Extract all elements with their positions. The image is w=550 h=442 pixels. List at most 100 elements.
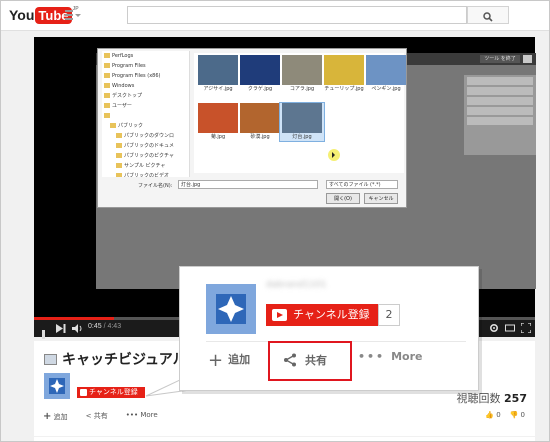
video-title: キャッチビジュアル作	[44, 349, 201, 369]
folder-tree: PerfLogs Program Files Program Files (x86)…	[102, 51, 190, 177]
avatar-star-icon-large	[216, 294, 246, 324]
subscriber-count: 2	[378, 304, 400, 326]
thumbnail-image	[282, 103, 322, 133]
plus-icon: +	[43, 411, 52, 422]
subscribe-button[interactable]: チャンネル登録	[266, 304, 378, 326]
folder-tree-item: サンプル ピクチャ	[102, 161, 189, 171]
folder-tree-item: Program Files (x86)	[102, 71, 189, 81]
folder-tree-item: パブリック	[102, 121, 189, 131]
more-label: More	[391, 350, 423, 363]
more-button-small[interactable]: ••• More	[126, 411, 158, 422]
guide-menu-icon[interactable]	[65, 10, 81, 22]
thumbnail-caption: クラゲ.jpg	[247, 86, 273, 92]
file-thumbnail: クラゲ.jpg	[238, 55, 282, 93]
folder-tree-item: パブリックのビデオ	[102, 171, 189, 177]
dislike-count: 0	[520, 411, 525, 419]
thumbnail-image	[198, 55, 238, 85]
action-bar-small: + 追加 < 共有 ••• More	[43, 411, 158, 422]
folder-tree-item: PerfLogs	[102, 51, 189, 61]
page-frame: You Tube JP ツール を終了 PerfLogs Program File…	[0, 0, 550, 442]
thumbnail-image	[240, 103, 280, 133]
thumbnail-image	[366, 55, 406, 85]
like-count: 0	[496, 411, 501, 419]
settings-icon[interactable]	[489, 323, 499, 333]
dialog-cancel-button: キャンセル	[364, 193, 398, 204]
dislike-button[interactable]: 👎 0	[510, 411, 525, 419]
more-button[interactable]: ••• More	[358, 350, 422, 363]
logo-you-text: You	[9, 7, 35, 23]
file-thumbnail: コアラ.jpg	[280, 55, 324, 93]
folder-tree-item	[102, 111, 189, 121]
file-thumbnail: チューリップ.jpg	[322, 55, 366, 93]
next-icon[interactable]	[56, 324, 66, 333]
add-to-button-small[interactable]: + 追加	[43, 411, 68, 422]
file-thumbnail: 菊.jpg	[196, 103, 240, 141]
subscribe-button-small[interactable]: チャンネル登録	[77, 387, 145, 398]
view-count-number: 257	[504, 392, 527, 405]
like-dislike-bar: 👍 0 👎 0	[485, 411, 525, 419]
channel-avatar-large[interactable]	[206, 284, 256, 334]
folder-tree-item: Program Files	[102, 61, 189, 71]
thumbnail-caption: ペンギン.jpg	[371, 86, 401, 92]
recorded-tool-label: ツール を終了	[480, 55, 520, 63]
add-label-small: 追加	[53, 413, 68, 421]
more-label-small: More	[140, 411, 158, 419]
theater-mode-icon[interactable]	[505, 323, 515, 333]
share-button-highlighted[interactable]: 共有	[268, 341, 352, 381]
zoom-callout: dabrand1101 チャンネル登録 2 + 追加 共有 ••• More	[179, 266, 479, 391]
fullscreen-icon[interactable]	[521, 323, 531, 333]
file-thumbnail: 砂漠.jpg	[238, 103, 282, 141]
filetype-select: すべてのファイル (*.*)	[326, 180, 398, 189]
thumbnail-caption: コアラ.jpg	[289, 86, 315, 92]
more-dots-icon-large: •••	[358, 350, 386, 363]
like-button[interactable]: 👍 0	[485, 411, 500, 419]
folder-tree-item: パブリックのドキュメ	[102, 141, 189, 151]
time-display: 0:45 / 4:43	[88, 323, 121, 330]
thumbnail-caption: 砂漠.jpg	[250, 134, 270, 140]
file-thumbnail-grid: アジサイ.jpg クラゲ.jpg コアラ.jpg チューリップ.jpg ペンギン.jpg…	[194, 53, 406, 173]
add-to-button[interactable]: + 追加	[208, 350, 250, 371]
share-icon: <	[85, 412, 92, 420]
mouse-cursor-icon	[328, 149, 340, 161]
volume-icon[interactable]	[72, 324, 84, 333]
below-panel	[34, 437, 535, 441]
filename-field: 灯台.jpg	[178, 180, 318, 189]
thumbnail-image	[240, 55, 280, 85]
video-title-icon	[44, 354, 57, 365]
pause-icon[interactable]	[42, 324, 50, 358]
avatar-star-icon	[49, 378, 65, 394]
search-button[interactable]	[467, 6, 509, 24]
dialog-open-button: 開く(O)	[326, 193, 360, 204]
share-label: 共有	[305, 354, 327, 367]
more-dots-icon: •••	[125, 411, 139, 419]
folder-tree-item: デスクトップ	[102, 91, 189, 101]
share-button-small[interactable]: < 共有	[86, 411, 108, 422]
thumbnail-caption: チューリップ.jpg	[324, 86, 364, 92]
thumbnail-caption: アジサイ.jpg	[203, 86, 233, 92]
folder-tree-item: パブリックのダウンロ	[102, 131, 189, 141]
folder-tree-item: パブリックのピクチャ	[102, 151, 189, 161]
search-icon	[483, 12, 493, 22]
plus-icon-large: +	[208, 350, 224, 371]
thumbnail-caption: 菊.jpg	[210, 134, 226, 140]
file-open-dialog: PerfLogs Program Files Program Files (x86)…	[97, 48, 407, 208]
search-input[interactable]	[127, 6, 467, 24]
folder-tree-item: ユーザー	[102, 101, 189, 111]
share-icon-large	[284, 353, 296, 367]
channel-avatar-small[interactable]	[44, 373, 70, 399]
time-total: / 4:43	[101, 323, 122, 330]
thumbnail-image	[324, 55, 364, 85]
folder-tree-item: Windows	[102, 81, 189, 91]
file-thumbnail: 灯台.jpg	[279, 102, 325, 142]
masthead: You Tube JP	[1, 1, 549, 31]
filename-label: ファイル名(N):	[138, 183, 173, 189]
recorded-close-icon	[523, 55, 532, 63]
recorded-side-panel	[464, 75, 536, 155]
time-current: 0:45	[88, 323, 102, 330]
file-thumbnail: ペンギン.jpg	[364, 55, 408, 93]
thumbnail-caption: 灯台.jpg	[292, 134, 312, 140]
thumbnail-image	[198, 103, 238, 133]
channel-name[interactable]: dabrand1101	[266, 280, 330, 292]
add-label: 追加	[228, 353, 251, 366]
thumbnail-image	[282, 55, 322, 85]
